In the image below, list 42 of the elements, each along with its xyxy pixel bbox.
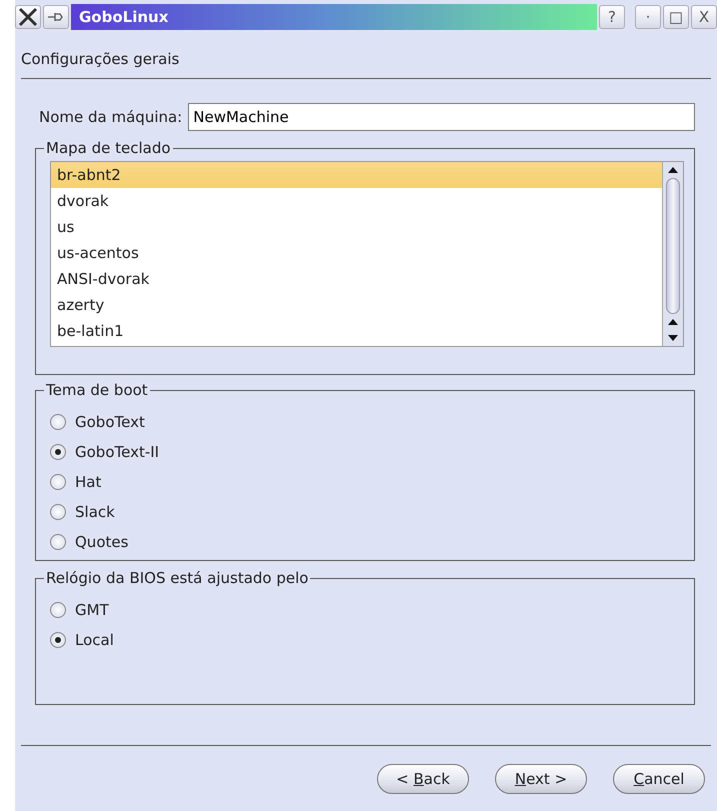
field-label: Nome da máquina: <box>39 108 182 126</box>
help-button[interactable]: ? <box>599 5 625 29</box>
scrollbar[interactable] <box>662 162 683 346</box>
next-button[interactable]: Next > <box>495 764 587 794</box>
machine-name-field[interactable]: NewMachine <box>188 103 695 131</box>
page-heading: Configurações gerais <box>20 49 180 70</box>
group-title: Mapa de teclado <box>45 139 172 157</box>
radio-button[interactable] <box>50 632 66 648</box>
down-arrow-icon[interactable] <box>668 334 678 342</box>
radio-button[interactable] <box>50 444 66 460</box>
close-button[interactable]: X <box>691 5 717 29</box>
radio-button[interactable] <box>50 474 66 490</box>
scroll-thumb[interactable] <box>666 178 680 314</box>
radio-button[interactable] <box>50 602 66 618</box>
list-item[interactable]: dvorak <box>51 188 662 214</box>
radio-option[interactable]: Hat <box>50 471 684 493</box>
radio-button[interactable] <box>50 504 66 520</box>
pin-icon[interactable] <box>43 5 69 29</box>
radio-option[interactable]: Slack <box>50 501 684 523</box>
radio-option[interactable]: GMT <box>50 599 684 621</box>
radio-button[interactable] <box>50 534 66 550</box>
minimize-button[interactable]: · <box>635 5 661 29</box>
radio-option[interactable]: GoboText-II <box>50 441 684 463</box>
group-title: Tema de boot <box>45 381 149 399</box>
list-item[interactable]: us-acentos <box>51 240 662 266</box>
cancel-button[interactable]: Cancel <box>613 764 705 794</box>
radio-option[interactable]: Local <box>50 629 684 651</box>
window-title: GoboLinux <box>71 4 597 30</box>
up-arrow-icon[interactable] <box>668 166 678 174</box>
list-item[interactable]: us <box>51 214 662 240</box>
radio-button[interactable] <box>50 414 66 430</box>
group-title: Relógio da BIOS está ajustado pelo <box>45 569 310 587</box>
list-item[interactable]: br-abnt2 <box>51 162 662 188</box>
maximize-button[interactable]: □ <box>663 5 689 29</box>
back-button[interactable]: < Back <box>377 764 469 794</box>
radio-option[interactable]: GoboText <box>50 411 684 433</box>
list-item[interactable]: ANSI-dvorak <box>51 266 662 292</box>
up-arrow-icon[interactable] <box>668 318 678 326</box>
radio-option[interactable]: Quotes <box>50 531 684 553</box>
list-item[interactable]: be-latin1 <box>51 318 662 344</box>
list-item[interactable]: azerty <box>51 292 662 318</box>
x-logo-icon[interactable] <box>15 5 41 29</box>
